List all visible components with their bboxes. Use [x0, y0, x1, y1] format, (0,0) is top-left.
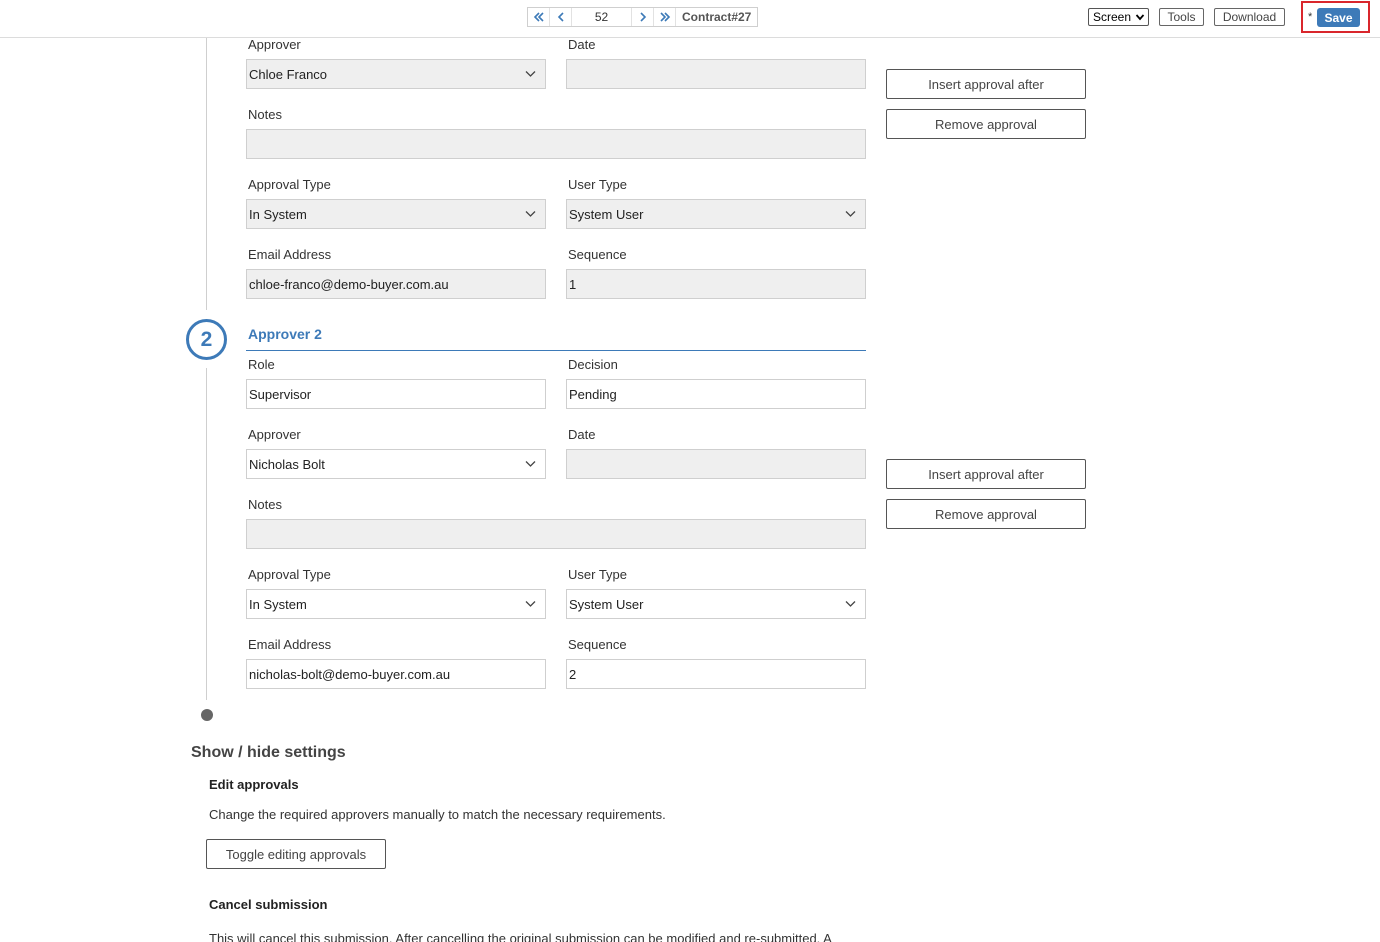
unsaved-indicator: * [1308, 11, 1313, 23]
role-label: Role [248, 357, 275, 372]
approver-select[interactable]: Chloe Franco [246, 59, 546, 89]
chevron-down-icon [525, 71, 536, 77]
approver-label: Approver [248, 37, 301, 52]
user-type-label: User Type [568, 177, 628, 192]
save-button[interactable]: Save [1317, 8, 1360, 27]
prev-page-icon[interactable] [550, 8, 572, 26]
sequence-field[interactable]: 2 [566, 659, 866, 689]
approval-type-select[interactable]: In System [246, 589, 546, 619]
section-divider [246, 350, 866, 351]
email-field[interactable]: chloe-franco@demo-buyer.com.au [246, 269, 546, 299]
date-field[interactable] [566, 59, 866, 89]
role-field[interactable]: Supervisor [246, 379, 546, 409]
notes-label: Notes [248, 107, 282, 122]
approval-type-label: Approval Type [248, 567, 331, 582]
approval-type-select[interactable]: In System [246, 199, 546, 229]
email-field[interactable]: nicholas-bolt@demo-buyer.com.au [246, 659, 546, 689]
page-number-input[interactable] [572, 8, 632, 26]
last-page-icon[interactable] [654, 8, 676, 26]
sequence-field[interactable]: 1 [566, 269, 866, 299]
date-label: Date [568, 427, 596, 442]
insert-approval-after-button[interactable]: Insert approval after [886, 459, 1086, 489]
chevron-down-icon [525, 211, 536, 217]
top-toolbar: Contract#27 Screen Tools Download * Save [0, 0, 1380, 38]
download-button[interactable]: Download [1214, 8, 1285, 26]
approver-2-heading: Approver 2 [248, 326, 322, 342]
save-highlight: * Save [1301, 1, 1370, 33]
approval-type-value: In System [249, 206, 307, 222]
document-title: Contract#27 [682, 10, 752, 24]
timeline-end-dot [201, 709, 213, 721]
edit-approvals-title: Edit approvals [209, 777, 299, 792]
sequence-label: Sequence [568, 247, 627, 262]
notes-field[interactable] [246, 129, 866, 159]
timeline-line [206, 368, 207, 700]
remove-approval-button[interactable]: Remove approval [886, 499, 1086, 529]
chevron-down-icon [525, 601, 536, 607]
pagination: Contract#27 [527, 7, 759, 27]
decision-label: Decision [568, 357, 618, 372]
first-page-icon[interactable] [528, 8, 550, 26]
user-type-label: User Type [568, 567, 628, 582]
chevron-down-icon [845, 211, 856, 217]
chevron-down-icon [845, 601, 856, 607]
date-field[interactable] [566, 449, 866, 479]
edit-approvals-description: Change the required approvers manually t… [209, 807, 666, 822]
approver-label: Approver [248, 427, 301, 442]
remove-approval-button[interactable]: Remove approval [886, 109, 1086, 139]
email-label: Email Address [248, 637, 332, 652]
cancel-submission-description: This will cancel this submission. After … [209, 931, 832, 942]
step-number-badge: 2 [186, 319, 227, 360]
approval-type-value: In System [249, 596, 307, 612]
chevron-down-icon [1135, 14, 1145, 21]
date-label: Date [568, 37, 596, 52]
approver-select[interactable]: Nicholas Bolt [246, 449, 546, 479]
view-mode-select[interactable]: Screen [1088, 8, 1149, 26]
cancel-submission-title: Cancel submission [209, 897, 328, 912]
email-label: Email Address [248, 247, 332, 262]
timeline-line [206, 38, 207, 310]
decision-field[interactable]: Pending [566, 379, 866, 409]
next-page-icon[interactable] [632, 8, 654, 26]
chevron-down-icon [525, 461, 536, 467]
sequence-label: Sequence [568, 637, 627, 652]
user-type-select[interactable]: System User [566, 589, 866, 619]
view-mode-value: Screen [1093, 10, 1132, 24]
user-type-value: System User [569, 596, 644, 612]
insert-approval-after-button[interactable]: Insert approval after [886, 69, 1086, 99]
user-type-value: System User [569, 206, 644, 222]
toggle-editing-approvals-button[interactable]: Toggle editing approvals [206, 839, 386, 869]
user-type-select[interactable]: System User [566, 199, 866, 229]
approver-value: Nicholas Bolt [249, 456, 325, 472]
notes-field[interactable] [246, 519, 866, 549]
approver-value: Chloe Franco [249, 66, 328, 82]
notes-label: Notes [248, 497, 282, 512]
approval-type-label: Approval Type [248, 177, 331, 192]
settings-heading: Show / hide settings [191, 744, 346, 761]
tools-button[interactable]: Tools [1159, 8, 1204, 26]
